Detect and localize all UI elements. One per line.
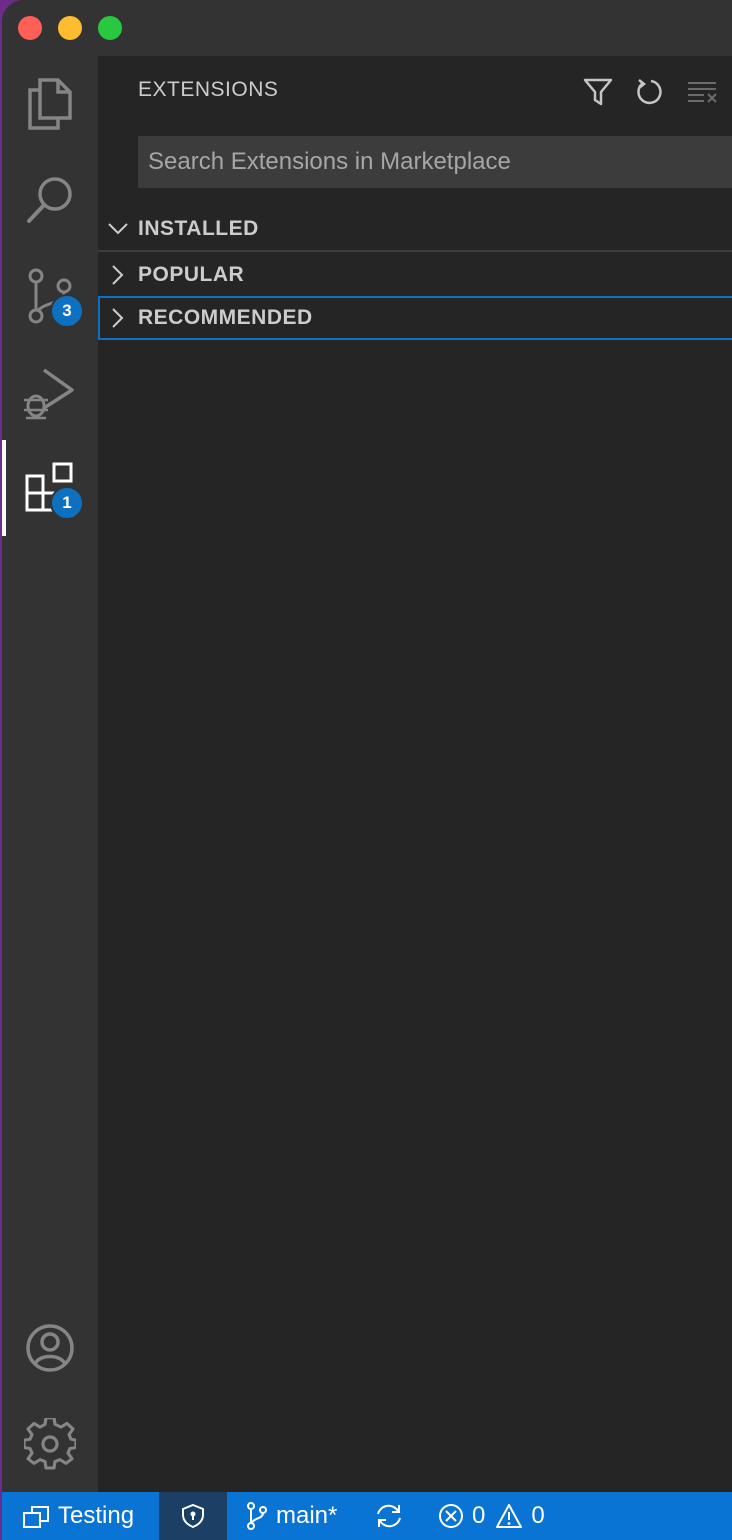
- branch-label: main*: [276, 1502, 338, 1529]
- chevron-down-icon: [98, 222, 138, 236]
- section-installed[interactable]: INSTALLED: [98, 208, 732, 252]
- branch-indicator[interactable]: main*: [246, 1492, 337, 1540]
- warning-count: 0: [531, 1502, 545, 1529]
- chevron-right-icon: [98, 264, 138, 286]
- search-extensions-input[interactable]: [138, 136, 732, 188]
- run-debug-icon: [24, 368, 74, 420]
- warning-icon: [496, 1504, 523, 1528]
- status-bar: Testing main* 0 0: [2, 1492, 732, 1540]
- extensions-sidebar: EXTENSIONS INS: [98, 56, 732, 1492]
- extensions-button[interactable]: 1: [2, 440, 98, 536]
- search-button[interactable]: [2, 152, 98, 248]
- close-window-button[interactable]: [18, 16, 42, 40]
- run-debug-button[interactable]: [2, 344, 98, 440]
- remote-window-icon: [23, 1506, 49, 1528]
- section-label: POPULAR: [138, 263, 245, 286]
- title-bar: [2, 0, 732, 56]
- minimize-window-button[interactable]: [58, 16, 82, 40]
- refresh-button[interactable]: [632, 74, 668, 110]
- explorer-icon: [28, 78, 72, 130]
- search-icon: [27, 177, 72, 223]
- clear-results-button[interactable]: [684, 74, 720, 110]
- section-label: INSTALLED: [138, 217, 259, 240]
- remote-label: Testing: [58, 1502, 135, 1529]
- source-control-button[interactable]: 3: [2, 248, 98, 344]
- sidebar-title: EXTENSIONS: [138, 78, 279, 101]
- filter-button[interactable]: [580, 74, 616, 110]
- filter-icon: [583, 78, 613, 106]
- problems-indicator[interactable]: 0 0: [438, 1492, 545, 1540]
- explorer-button[interactable]: [2, 56, 98, 152]
- shield-icon: [182, 1503, 204, 1529]
- workspace-trust-indicator[interactable]: [159, 1492, 227, 1540]
- manage-gear-icon: [24, 1418, 76, 1470]
- accounts-button[interactable]: [2, 1300, 98, 1396]
- manage-button[interactable]: [2, 1396, 98, 1492]
- error-icon: [439, 1504, 463, 1528]
- accounts-icon: [26, 1324, 74, 1372]
- vscode-window: 3 1 EXTENSIONS Search Extensions in Mark…: [2, 0, 732, 1540]
- error-count: 0: [472, 1502, 486, 1529]
- activity-bar: 3 1: [2, 56, 98, 1492]
- remote-indicator[interactable]: Testing: [2, 1492, 159, 1540]
- git-branch-icon: [247, 1502, 267, 1530]
- section-popular[interactable]: POPULAR: [98, 253, 732, 297]
- extensions-badge: 1: [50, 486, 84, 520]
- sync-icon: [377, 1504, 401, 1528]
- refresh-icon: [637, 79, 662, 105]
- sync-button[interactable]: [374, 1492, 404, 1540]
- clear-icon: [688, 82, 717, 103]
- zoom-window-button[interactable]: [98, 16, 122, 40]
- section-recommended[interactable]: RECOMMENDED: [98, 296, 732, 340]
- chevron-right-icon: [98, 307, 138, 329]
- section-label: RECOMMENDED: [138, 306, 313, 329]
- source-control-badge: 3: [50, 294, 84, 328]
